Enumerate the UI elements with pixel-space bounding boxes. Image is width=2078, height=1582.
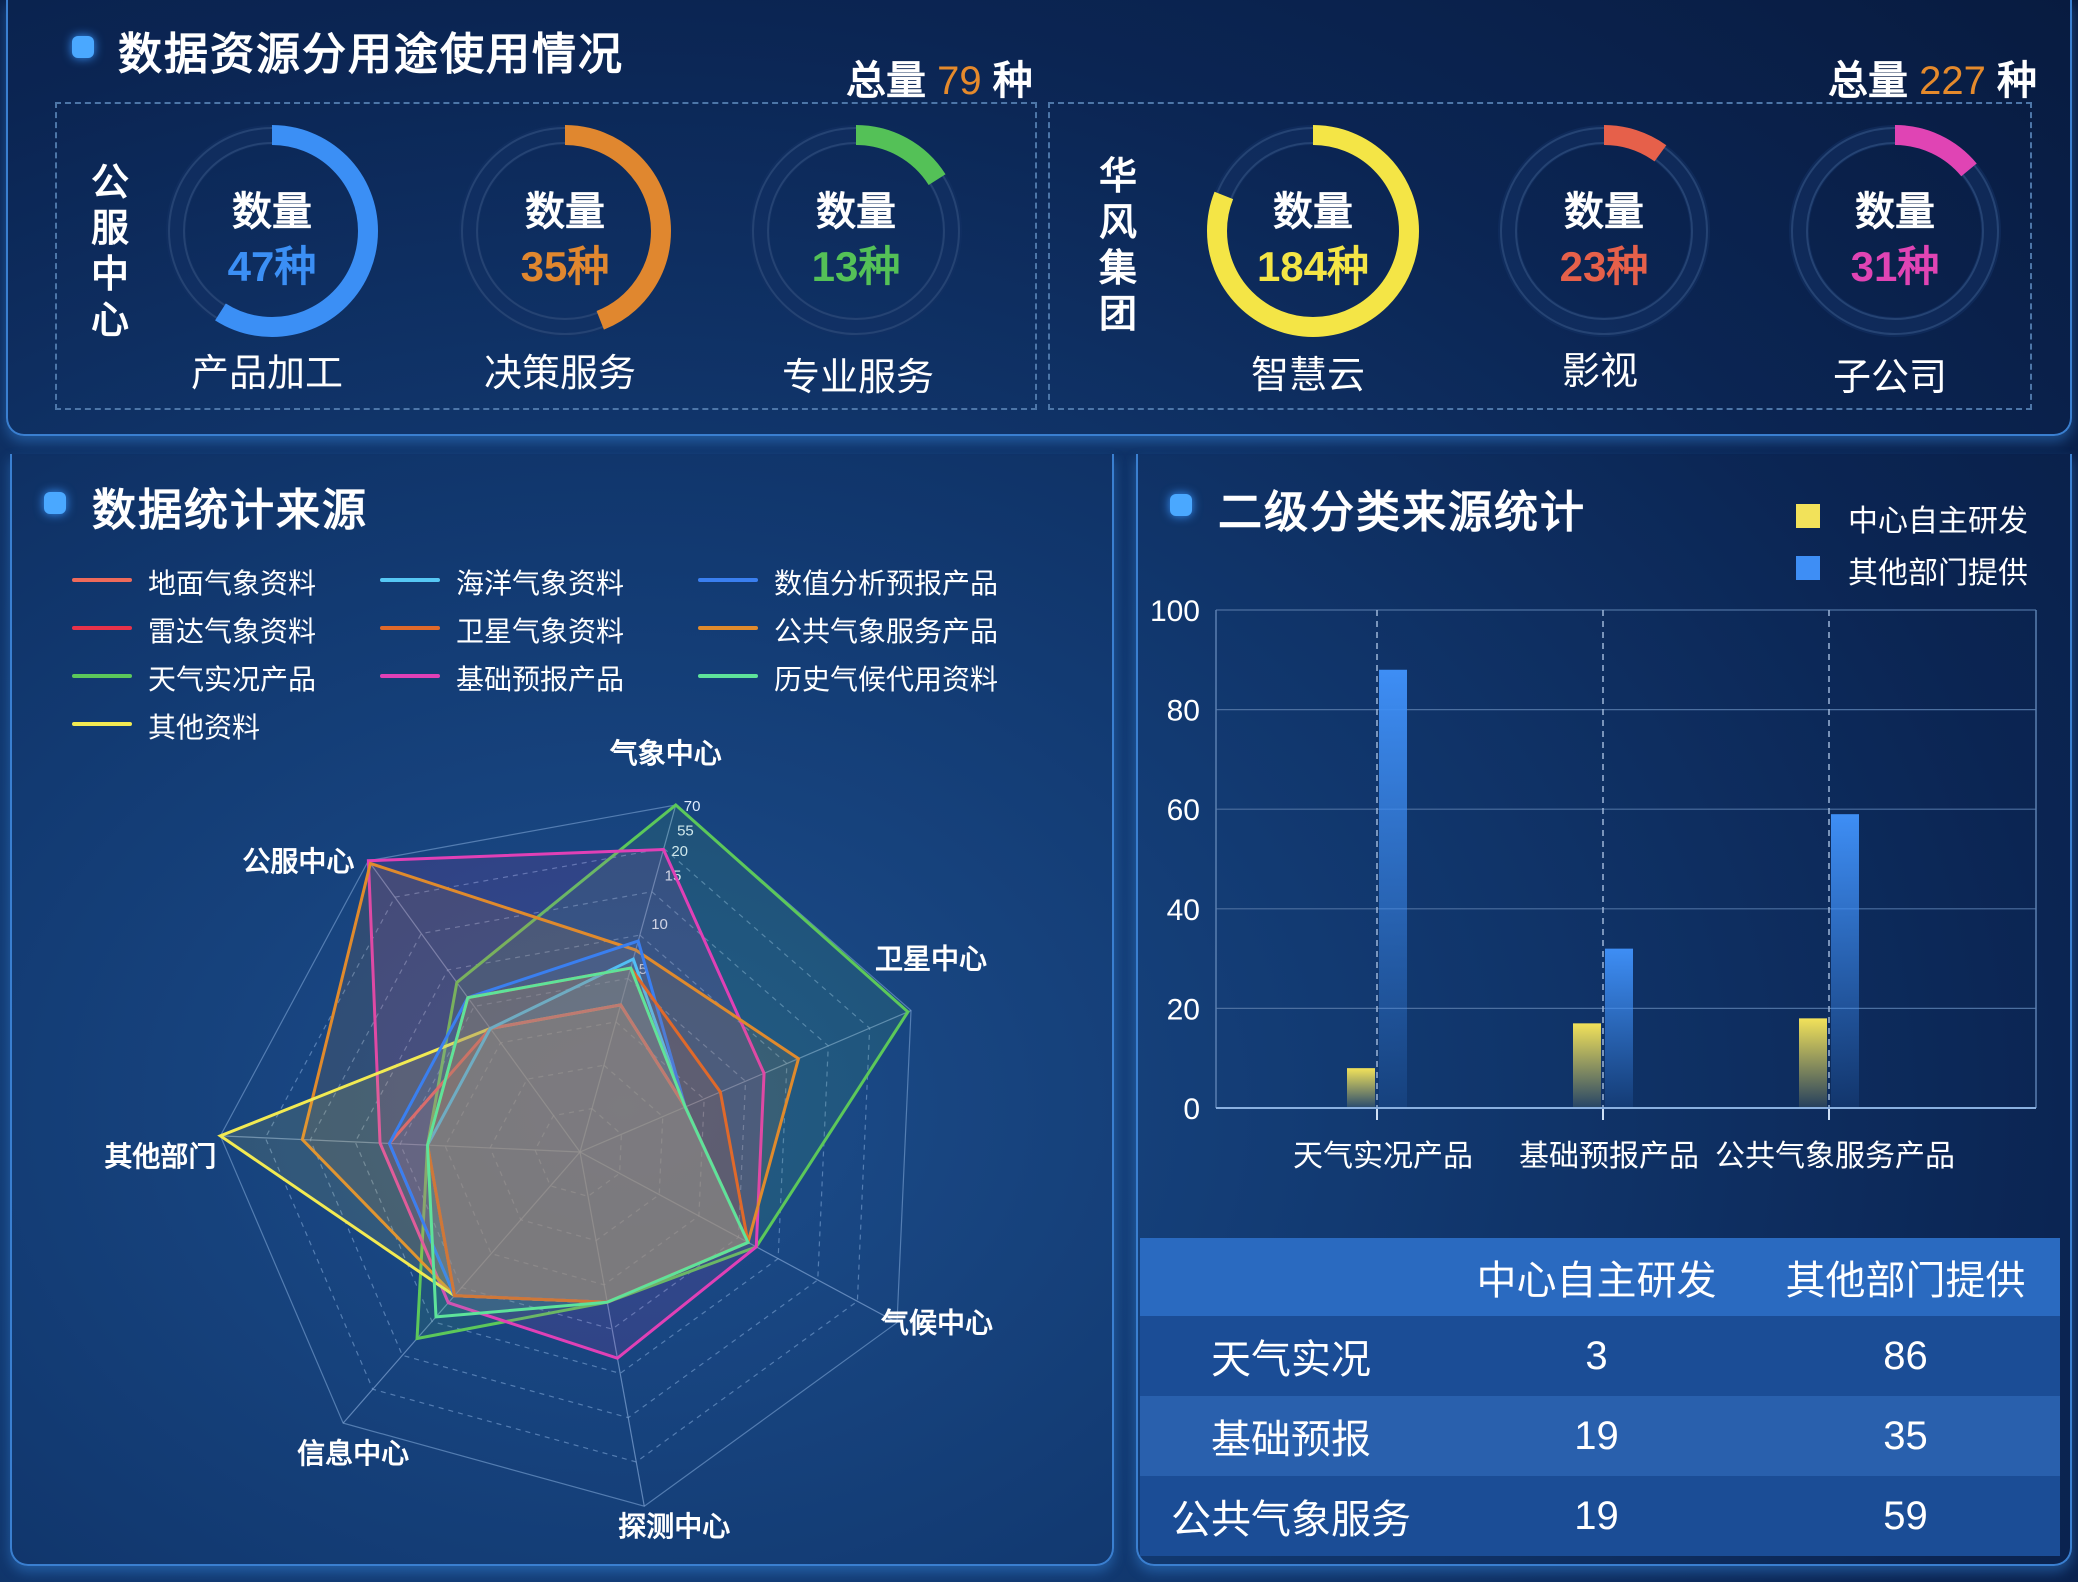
table-cell-b: 59	[1751, 1476, 2060, 1556]
bar	[1605, 948, 1633, 1108]
donut-yingshi: 数量 23种	[1494, 121, 1714, 341]
donut-value: 184种	[1256, 243, 1370, 290]
bar-y-tick: 80	[1167, 695, 1200, 728]
bar-x-label: 天气实况产品	[1293, 1140, 1473, 1173]
bar-y-tick: 60	[1167, 794, 1200, 827]
bar	[1379, 669, 1407, 1108]
radar-axis-label: 探测中心	[618, 1511, 730, 1542]
donut-zigongsi: 数量 31种	[1785, 121, 2005, 341]
radar-axis-label: 公服中心	[242, 846, 354, 877]
total-huafeng: 总量 227 种	[1828, 59, 2037, 103]
bar-x-label: 公共气象服务产品	[1715, 1140, 1955, 1173]
radar-axis-label: 气候中心	[880, 1308, 993, 1339]
radar-axis-label: 气象中心	[609, 737, 722, 769]
bar-title: 二级分类来源统计	[1218, 488, 1586, 537]
total-huafeng-value: 227	[1919, 59, 1986, 103]
radar-axis-label: 信息中心	[297, 1437, 409, 1469]
bar-title-dot	[1170, 494, 1192, 516]
bar	[1347, 1068, 1375, 1108]
radar-axis-label: 卫星中心	[875, 944, 987, 975]
bar-y-tick: 20	[1167, 993, 1200, 1026]
bar-legend-swatch-0	[1796, 504, 1820, 528]
donut-name-zigongsi: 子公司	[1832, 357, 1947, 399]
donut-zhihuiyun: 数量 184种	[1203, 121, 1423, 341]
table-cell-b: 35	[1751, 1396, 2060, 1476]
bar-y-tick: 100	[1150, 595, 1200, 628]
table-header-blank	[1140, 1238, 1442, 1316]
source-table: 中心自主研发 其他部门提供 天气实况 3 86 基础预报 19 35 公共气象服…	[1140, 1238, 2060, 1556]
bar-y-tick: 40	[1167, 894, 1200, 927]
bar	[1799, 1018, 1827, 1108]
table-header-row: 中心自主研发 其他部门提供	[1140, 1238, 2060, 1316]
radar-axis-label: 其他部门	[104, 1141, 216, 1172]
table-cell-a: 3	[1442, 1316, 1751, 1396]
bar-y-tick: 0	[1183, 1093, 1200, 1126]
table-row-label: 天气实况	[1140, 1316, 1442, 1396]
table-row-label: 公共气象服务	[1140, 1476, 1442, 1556]
table-cell-a: 19	[1442, 1396, 1751, 1476]
table-header-col1: 中心自主研发	[1442, 1238, 1751, 1316]
bar-x-label: 基础预报产品	[1519, 1140, 1699, 1173]
table-row-label: 基础预报	[1140, 1396, 1442, 1476]
table-header-col2: 其他部门提供	[1751, 1238, 2060, 1316]
bar-legend-swatch-1	[1796, 556, 1820, 580]
bar-chart: 0 20 40 60 80 100 天气实况产品 基础预报产品 公共气象服务产品	[1150, 595, 2037, 1173]
bar	[1573, 1023, 1601, 1108]
donut-name-zhihuiyun: 智慧云	[1250, 355, 1365, 397]
table-row: 基础预报 19 35	[1140, 1396, 2060, 1476]
table-row: 公共气象服务 19 59	[1140, 1476, 2060, 1556]
donut-name-yingshi: 影视	[1561, 351, 1638, 393]
donut-value: 23种	[1559, 243, 1649, 290]
donut-value: 31种	[1850, 243, 1940, 290]
bar	[1831, 814, 1859, 1108]
table-cell-b: 86	[1751, 1316, 2060, 1396]
radar-chart: 气象中心卫星中心气候中心探测中心信息中心其他部门公服中心70552015105	[104, 737, 993, 1542]
bar-legend-label-0: 中心自主研发	[1848, 505, 2028, 538]
table-cell-a: 19	[1442, 1476, 1751, 1556]
table-row: 天气实况 3 86	[1140, 1316, 2060, 1396]
